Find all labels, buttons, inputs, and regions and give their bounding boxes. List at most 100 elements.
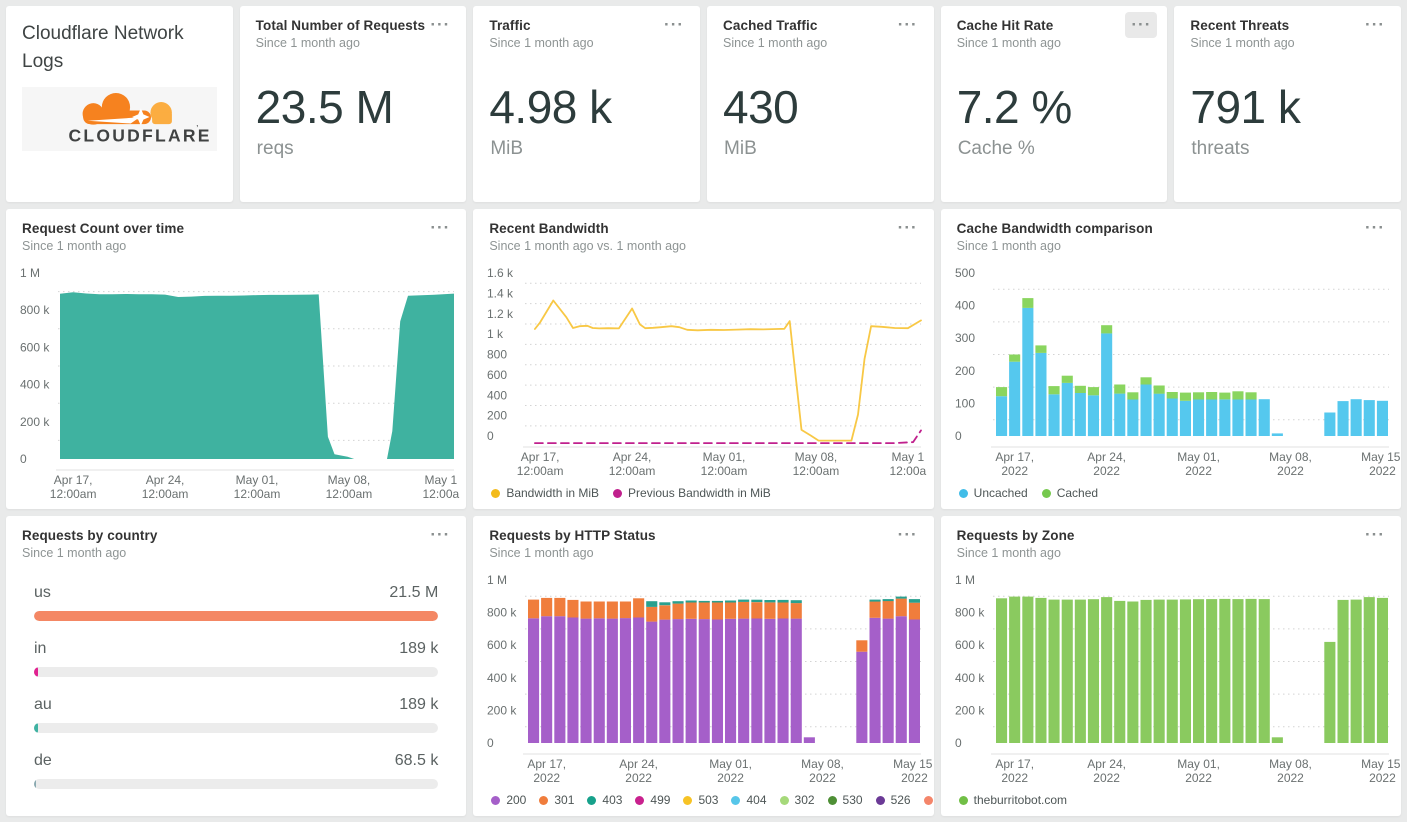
panel-subtitle: Since 1 month ago vs. 1 month ago [489, 239, 686, 253]
legend-label: Bandwidth in MiB [506, 486, 600, 500]
legend-dot-icon [1041, 488, 1051, 498]
panel-menu-button[interactable]: ··· [424, 215, 456, 241]
svg-text:2022: 2022 [901, 771, 928, 785]
panel-http-status: ··· Requests by HTTP Status Since 1 mont… [473, 516, 934, 816]
legend-label: theburritobot.com [973, 793, 1068, 807]
svg-text:May 08,: May 08, [328, 473, 371, 487]
legend-label: Cached [1056, 486, 1099, 500]
legend-item[interactable]: Previous Bandwidth in MiB [613, 486, 771, 500]
legend-dot-icon [827, 795, 837, 805]
request-count-chart[interactable]: 0 200 k 400 k 600 k 800 k1 M Apr 17, 12:00am Ap… [6, 261, 466, 509]
svg-text:400: 400 [487, 388, 507, 402]
legend-item[interactable]: 302 [779, 793, 815, 807]
svg-text:May 01,: May 01, [703, 450, 746, 464]
cache-bandwidth-chart[interactable]: 0 100 200 300 400 500 Apr 17, 2022 Apr 24, 2022 Ma… [941, 261, 1401, 486]
svg-text:May 1: May 1 [892, 450, 925, 464]
legend-item[interactable]: 403 [587, 793, 622, 807]
svg-text:0: 0 [955, 736, 962, 750]
legend-item[interactable]: Uncached [958, 486, 1028, 500]
panel-menu-button[interactable]: ··· [424, 522, 456, 548]
svg-text:Apr 17,: Apr 17, [995, 450, 1034, 464]
panel-menu-button[interactable]: ··· [892, 12, 924, 38]
panel-title: Requests by HTTP Status [489, 528, 656, 543]
chart-canvas: 0100200300400500Apr 17,2022Apr 24,2022Ma… [955, 266, 1401, 478]
panel-subtitle: Since 1 month ago [1190, 36, 1295, 50]
svg-text:600 k: 600 k [487, 638, 517, 652]
panel-subtitle: Since 1 month ago [22, 239, 127, 253]
legend-dot-icon [958, 795, 968, 805]
country-bar-fill [34, 611, 439, 621]
svg-text:12:00a: 12:00a [423, 487, 460, 501]
stat-card-traffic: ··· Traffic Since 1 month ago 4.98 k MiB [473, 6, 701, 202]
panel-menu-button[interactable]: ··· [892, 215, 924, 241]
panel-subtitle: Since 1 month ago [723, 36, 828, 50]
legend-item[interactable]: 526 [875, 793, 911, 807]
panel-menu-button[interactable]: ··· [892, 522, 924, 548]
svg-text:800: 800 [487, 348, 507, 362]
chart-canvas: 02004006008001 k1.2 k1.4 k1.6 kApr 17,12… [487, 266, 927, 478]
svg-text:800 k: 800 k [487, 606, 517, 620]
svg-text:Apr 24,: Apr 24, [1087, 450, 1126, 464]
svg-text:500: 500 [955, 266, 975, 280]
country-bar-track [34, 667, 439, 677]
legend-item[interactable]: 524 [923, 793, 934, 807]
legend-item[interactable]: 301 [539, 793, 574, 807]
country-label: us [34, 584, 51, 601]
svg-text:2022: 2022 [718, 771, 745, 785]
legend-item[interactable]: 404 [731, 793, 767, 807]
svg-text:Apr 17,: Apr 17, [521, 450, 560, 464]
legend-item[interactable]: 530 [827, 793, 863, 807]
svg-text:May 15,: May 15, [1361, 450, 1401, 464]
panel-subtitle: Since 1 month ago [956, 546, 1061, 560]
country-row: de 68.5 k [34, 752, 439, 789]
recent-bandwidth-chart[interactable]: 0 200 400 600 800 1 k 1.2 k 1.4 k 1.6 k Apr 17, 12… [473, 261, 933, 486]
legend-label: 200 [506, 793, 527, 807]
svg-text:May 15,: May 15, [1361, 757, 1401, 771]
http-status-chart[interactable]: 0 200 k 400 k 600 k 800 k1 M Apr 17, 2022 Apr 2… [473, 568, 933, 793]
legend-label: 503 [698, 793, 719, 807]
country-label: in [34, 640, 47, 657]
svg-text:12:00am: 12:00am [517, 464, 564, 478]
dashboard: Cloudflare Network Logs CLOUDFLARE ’ ···… [0, 0, 1407, 822]
panel-menu-button[interactable]: ··· [1125, 12, 1158, 38]
svg-text:2022: 2022 [626, 771, 653, 785]
cloudflare-wordmark-tick: ’ [196, 124, 198, 134]
country-bar-track [34, 779, 439, 789]
svg-text:Apr 17,: Apr 17, [528, 757, 567, 771]
country-bar-track [34, 611, 439, 621]
chart-legend: 200 301 403 499 503 404 302 530 526 524 [473, 793, 933, 816]
legend-item[interactable]: 503 [683, 793, 718, 807]
svg-text:600 k: 600 k [955, 638, 985, 652]
chart-legend: Bandwidth in MiB Previous Bandwidth in Mi… [473, 486, 933, 509]
svg-text:May 08,: May 08, [795, 450, 838, 464]
svg-text:12:00am: 12:00am [326, 487, 373, 501]
legend-item[interactable]: Cached [1041, 486, 1099, 500]
svg-text:12:00am: 12:00am [793, 464, 840, 478]
country-bar-track [34, 723, 439, 733]
svg-text:200 k: 200 k [487, 703, 517, 717]
svg-text:0: 0 [487, 429, 494, 443]
legend-item[interactable]: 499 [635, 793, 670, 807]
svg-text:800 k: 800 k [20, 303, 50, 317]
svg-text:600: 600 [487, 368, 507, 382]
panel-menu-button[interactable]: ··· [1359, 522, 1391, 548]
panel-menu-button[interactable]: ··· [424, 12, 456, 38]
svg-text:12:00am: 12:00am [701, 464, 748, 478]
legend-item[interactable]: 200 [491, 793, 526, 807]
panel-menu-button[interactable]: ··· [1359, 215, 1391, 241]
legend-dot-icon [683, 795, 693, 805]
panel-menu-button[interactable]: ··· [1359, 12, 1391, 38]
legend-dot-icon [491, 795, 501, 805]
requests-by-zone-chart[interactable]: 0 200 k 400 k 600 k 800 k1 M Apr 17, 2022 Apr 2… [941, 568, 1401, 793]
svg-text:400: 400 [955, 299, 975, 313]
panel-requests-by-zone: ··· Requests by Zone Since 1 month ago 0… [940, 516, 1401, 816]
panel-menu-button[interactable]: ··· [658, 12, 690, 38]
stat-value: 430 [723, 81, 799, 133]
stat-unit: MiB [490, 138, 524, 159]
stat-card-cached-traffic: ··· Cached Traffic Since 1 month ago 430… [707, 6, 934, 202]
chart-canvas: 0200 k400 k600 k800 k1 MApr 17,2022Apr 2… [955, 573, 1401, 785]
legend-item[interactable]: theburritobot.com [958, 793, 1068, 807]
legend-item[interactable]: Bandwidth in MiB [491, 486, 599, 500]
svg-text:800 k: 800 k [955, 606, 985, 620]
stat-unit: Cache % [957, 138, 1035, 159]
